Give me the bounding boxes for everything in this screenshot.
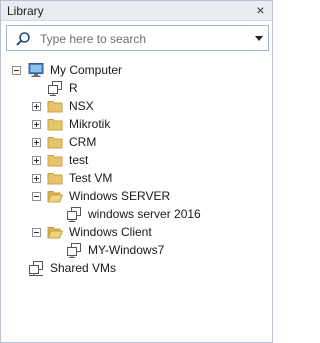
tree-node-vm-windows-server-2016[interactable]: windows server 2016 (1, 205, 272, 223)
tree-node-label: MY-Windows7 (88, 243, 165, 257)
tree-node-label: windows server 2016 (88, 207, 201, 221)
collapse-toggle[interactable] (32, 192, 41, 201)
tree-node-label: R (69, 81, 78, 95)
folder-open-icon (47, 188, 64, 204)
tree-node-folder-nsx[interactable]: NSX (1, 97, 272, 115)
close-button[interactable]: × (253, 3, 268, 18)
monitor-icon (28, 62, 44, 78)
tree-node-label: My Computer (50, 63, 123, 77)
tree-node-my-computer[interactable]: My Computer (1, 61, 272, 79)
expand-toggle[interactable] (32, 120, 41, 129)
folder-icon (47, 116, 63, 132)
tree-node-vm-r[interactable]: R (1, 79, 272, 97)
shared-vms-icon (28, 260, 44, 276)
tree-node-label: Windows Client (69, 225, 152, 239)
tree-node-label: Mikrotik (69, 117, 111, 131)
tree-node-folder-windows-client[interactable]: Windows Client (1, 223, 272, 241)
folder-icon (47, 98, 63, 114)
tree-node-folder-mikrotik[interactable]: Mikrotik (1, 115, 272, 133)
tree-node-vm-my-windows7[interactable]: MY-Windows7 (1, 241, 272, 259)
collapse-toggle[interactable] (12, 66, 21, 75)
vm-icon (66, 206, 82, 222)
tree-node-label: Windows SERVER (69, 189, 171, 203)
tree-node-shared-vms[interactable]: Shared VMs (1, 259, 272, 277)
vm-icon (66, 242, 82, 258)
tree-node-folder-test[interactable]: test (1, 151, 272, 169)
tree-node-label: Test VM (69, 171, 113, 185)
tree-node-folder-crm[interactable]: CRM (1, 133, 272, 151)
expand-toggle[interactable] (32, 156, 41, 165)
tree-node-folder-windows-server[interactable]: Windows SERVER (1, 187, 272, 205)
tree-node-label: NSX (69, 99, 94, 113)
folder-icon (47, 170, 63, 186)
search-icon (15, 31, 31, 47)
panel-title: Library (7, 4, 44, 18)
expand-toggle[interactable] (32, 102, 41, 111)
tree-node-label: Shared VMs (50, 261, 117, 275)
library-titlebar: Library × (1, 1, 272, 21)
collapse-toggle[interactable] (32, 228, 41, 237)
vm-icon (47, 80, 63, 96)
library-panel: Library × My Computer (0, 0, 273, 343)
search-box[interactable] (6, 25, 269, 51)
folder-open-icon (47, 224, 64, 240)
search-input[interactable] (40, 30, 240, 47)
expand-toggle[interactable] (32, 138, 41, 147)
search-dropdown-icon[interactable] (255, 36, 263, 41)
expand-toggle[interactable] (32, 174, 41, 183)
tree-node-label: test (69, 153, 89, 167)
tree-node-label: CRM (69, 135, 97, 149)
tree-node-folder-test-vm[interactable]: Test VM (1, 169, 272, 187)
folder-icon (47, 152, 63, 168)
folder-icon (47, 134, 63, 150)
